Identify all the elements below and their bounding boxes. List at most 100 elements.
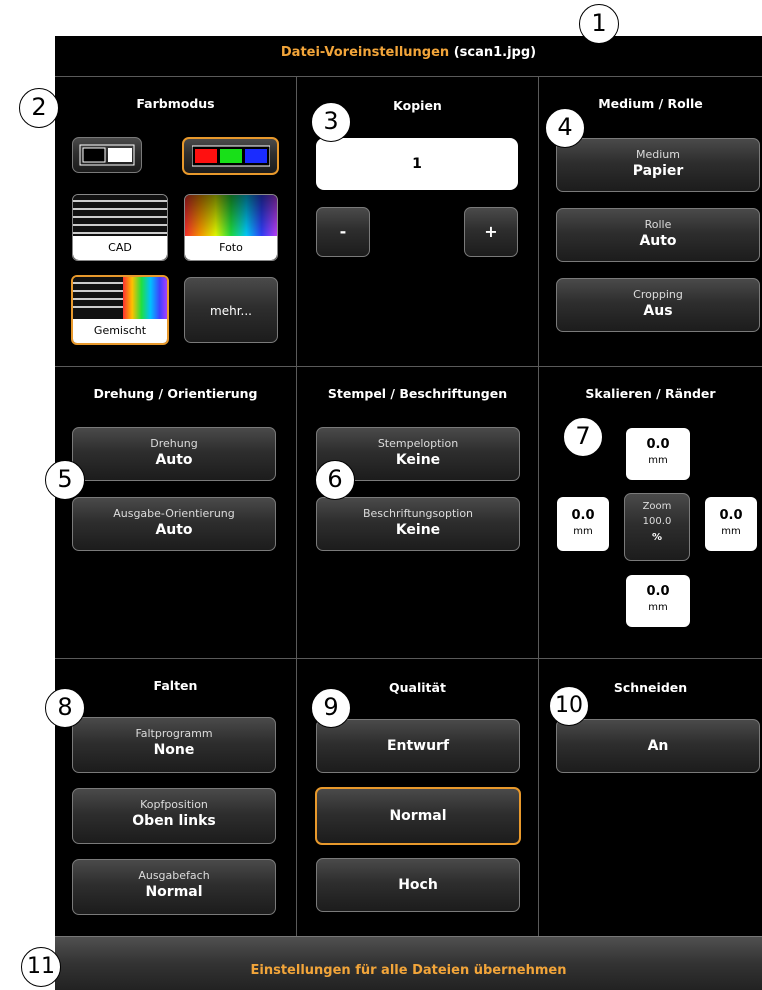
divider [55, 366, 762, 367]
bw-mode-button[interactable] [72, 137, 142, 173]
zoom-label: Zoom [642, 501, 672, 512]
mixed-lines-icon [73, 277, 123, 321]
entwurf-label: Entwurf [386, 738, 450, 754]
faltprogramm-button[interactable]: Faltprogramm None [72, 717, 276, 773]
callout-3: 3 [311, 102, 351, 142]
rolle-label: Rolle [644, 218, 672, 231]
beschriftungsoption-label: Beschriftungsoption [362, 507, 474, 520]
ausgabe-orientierung-label: Ausgabe-Orientierung [113, 507, 235, 520]
color-mode-button[interactable] [182, 137, 279, 175]
copies-increment-button[interactable]: + [464, 207, 518, 257]
cropping-value: Aus [643, 303, 673, 319]
zoom-button[interactable]: Zoom 100.0 % [624, 493, 690, 561]
kopfposition-button[interactable]: Kopfposition Oben links [72, 788, 276, 844]
drehung-label: Drehung [150, 437, 198, 450]
apply-all-label: Einstellungen für alle Dateien übernehme… [250, 963, 567, 978]
farbmodus-title: Farbmodus [136, 96, 215, 111]
faltprogramm-label: Faltprogramm [135, 727, 213, 740]
margin-top-unit: mm [648, 455, 668, 466]
title-name: Datei-Voreinstellungen [280, 45, 450, 60]
margin-left-unit: mm [573, 526, 593, 537]
callout-10: 10 [549, 686, 589, 726]
ausgabe-orientierung-value: Auto [155, 522, 193, 538]
mehr-label: mehr... [210, 304, 252, 318]
cropping-button[interactable]: Cropping Aus [556, 278, 760, 332]
gemischt-label: Gemischt [73, 319, 167, 343]
rolle-button[interactable]: Rolle Auto [556, 208, 760, 262]
quality-entwurf-button[interactable]: Entwurf [316, 719, 520, 773]
quality-normal-button[interactable]: Normal [315, 787, 521, 845]
ausgabefach-label: Ausgabefach [138, 869, 210, 882]
title-file: (scan1.jpg) [453, 45, 537, 60]
callout-2: 2 [19, 88, 59, 128]
margin-bottom-unit: mm [648, 602, 668, 613]
margin-top-field[interactable]: 0.0 mm [626, 428, 690, 480]
gemischt-mode-button[interactable]: Gemischt [71, 275, 169, 345]
margin-left-value: 0.0 [571, 508, 595, 523]
spectrum-icon [185, 195, 277, 239]
cad-lines-icon [73, 195, 167, 239]
callout-11: 11 [21, 947, 61, 987]
ausgabefach-button[interactable]: Ausgabefach Normal [72, 859, 276, 915]
normal-label: Normal [389, 808, 447, 824]
page-title: Datei-Voreinstellungen (scan1.jpg) [55, 36, 762, 76]
medium-label: Medium [636, 148, 680, 161]
copies-decrement-button[interactable]: - [316, 207, 370, 257]
cad-mode-button[interactable]: CAD [72, 194, 168, 261]
schneiden-button[interactable]: An [556, 719, 760, 773]
foto-mode-button[interactable]: Foto [184, 194, 278, 261]
copies-field[interactable]: 1 [316, 138, 518, 190]
divider [296, 76, 297, 936]
medium-value: Papier [632, 163, 684, 179]
callout-4: 4 [545, 108, 585, 148]
skalieren-title: Skalieren / Ränder [585, 386, 716, 401]
copies-value: 1 [412, 156, 422, 172]
margin-right-value: 0.0 [719, 508, 743, 523]
divider [55, 658, 762, 659]
quality-hoch-button[interactable]: Hoch [316, 858, 520, 912]
callout-5: 5 [45, 460, 85, 500]
foto-label: Foto [185, 236, 277, 260]
callout-8: 8 [45, 688, 85, 728]
stempeloption-label: Stempeloption [377, 437, 459, 450]
medium-button[interactable]: Medium Papier [556, 138, 760, 192]
apply-all-button[interactable]: Einstellungen für alle Dateien übernehme… [55, 936, 762, 990]
rolle-value: Auto [639, 233, 677, 249]
drehung-button[interactable]: Drehung Auto [72, 427, 276, 481]
bw-icon [79, 144, 135, 166]
beschriftungsoption-button[interactable]: Beschriftungsoption Keine [316, 497, 520, 551]
beschriftungsoption-value: Keine [395, 522, 441, 538]
hoch-label: Hoch [398, 877, 438, 893]
drehung-title: Drehung / Orientierung [93, 386, 258, 401]
margin-top-value: 0.0 [646, 437, 670, 452]
stempel-title: Stempel / Beschriftungen [327, 386, 508, 401]
minus-label: - [339, 222, 347, 241]
callout-1: 1 [579, 4, 619, 44]
callout-6: 6 [315, 460, 355, 500]
ausgabe-orientierung-button[interactable]: Ausgabe-Orientierung Auto [72, 497, 276, 551]
cad-label: CAD [73, 236, 167, 260]
margin-bottom-value: 0.0 [646, 584, 670, 599]
mixed-spectrum-icon [123, 277, 167, 321]
falten-title: Falten [153, 678, 198, 693]
margin-right-unit: mm [721, 526, 741, 537]
plus-label: + [484, 222, 498, 241]
kopfposition-label: Kopfposition [140, 798, 208, 811]
zoom-value: 100.0 [642, 516, 672, 527]
more-modes-button[interactable]: mehr... [184, 277, 278, 343]
divider [538, 76, 539, 936]
callout-9: 9 [311, 688, 351, 728]
zoom-unit: % [651, 532, 663, 543]
ausgabefach-value: Normal [145, 884, 203, 900]
kopfposition-value: Oben links [132, 813, 216, 829]
margin-right-field[interactable]: 0.0 mm [705, 497, 757, 551]
schneiden-value: An [647, 738, 669, 754]
rgb-icon [191, 145, 270, 167]
divider [55, 76, 762, 77]
faltprogramm-value: None [153, 742, 195, 758]
drehung-value: Auto [155, 452, 193, 468]
margin-bottom-field[interactable]: 0.0 mm [626, 575, 690, 627]
margin-left-field[interactable]: 0.0 mm [557, 497, 609, 551]
callout-7: 7 [563, 417, 603, 457]
cropping-label: Cropping [633, 288, 683, 301]
